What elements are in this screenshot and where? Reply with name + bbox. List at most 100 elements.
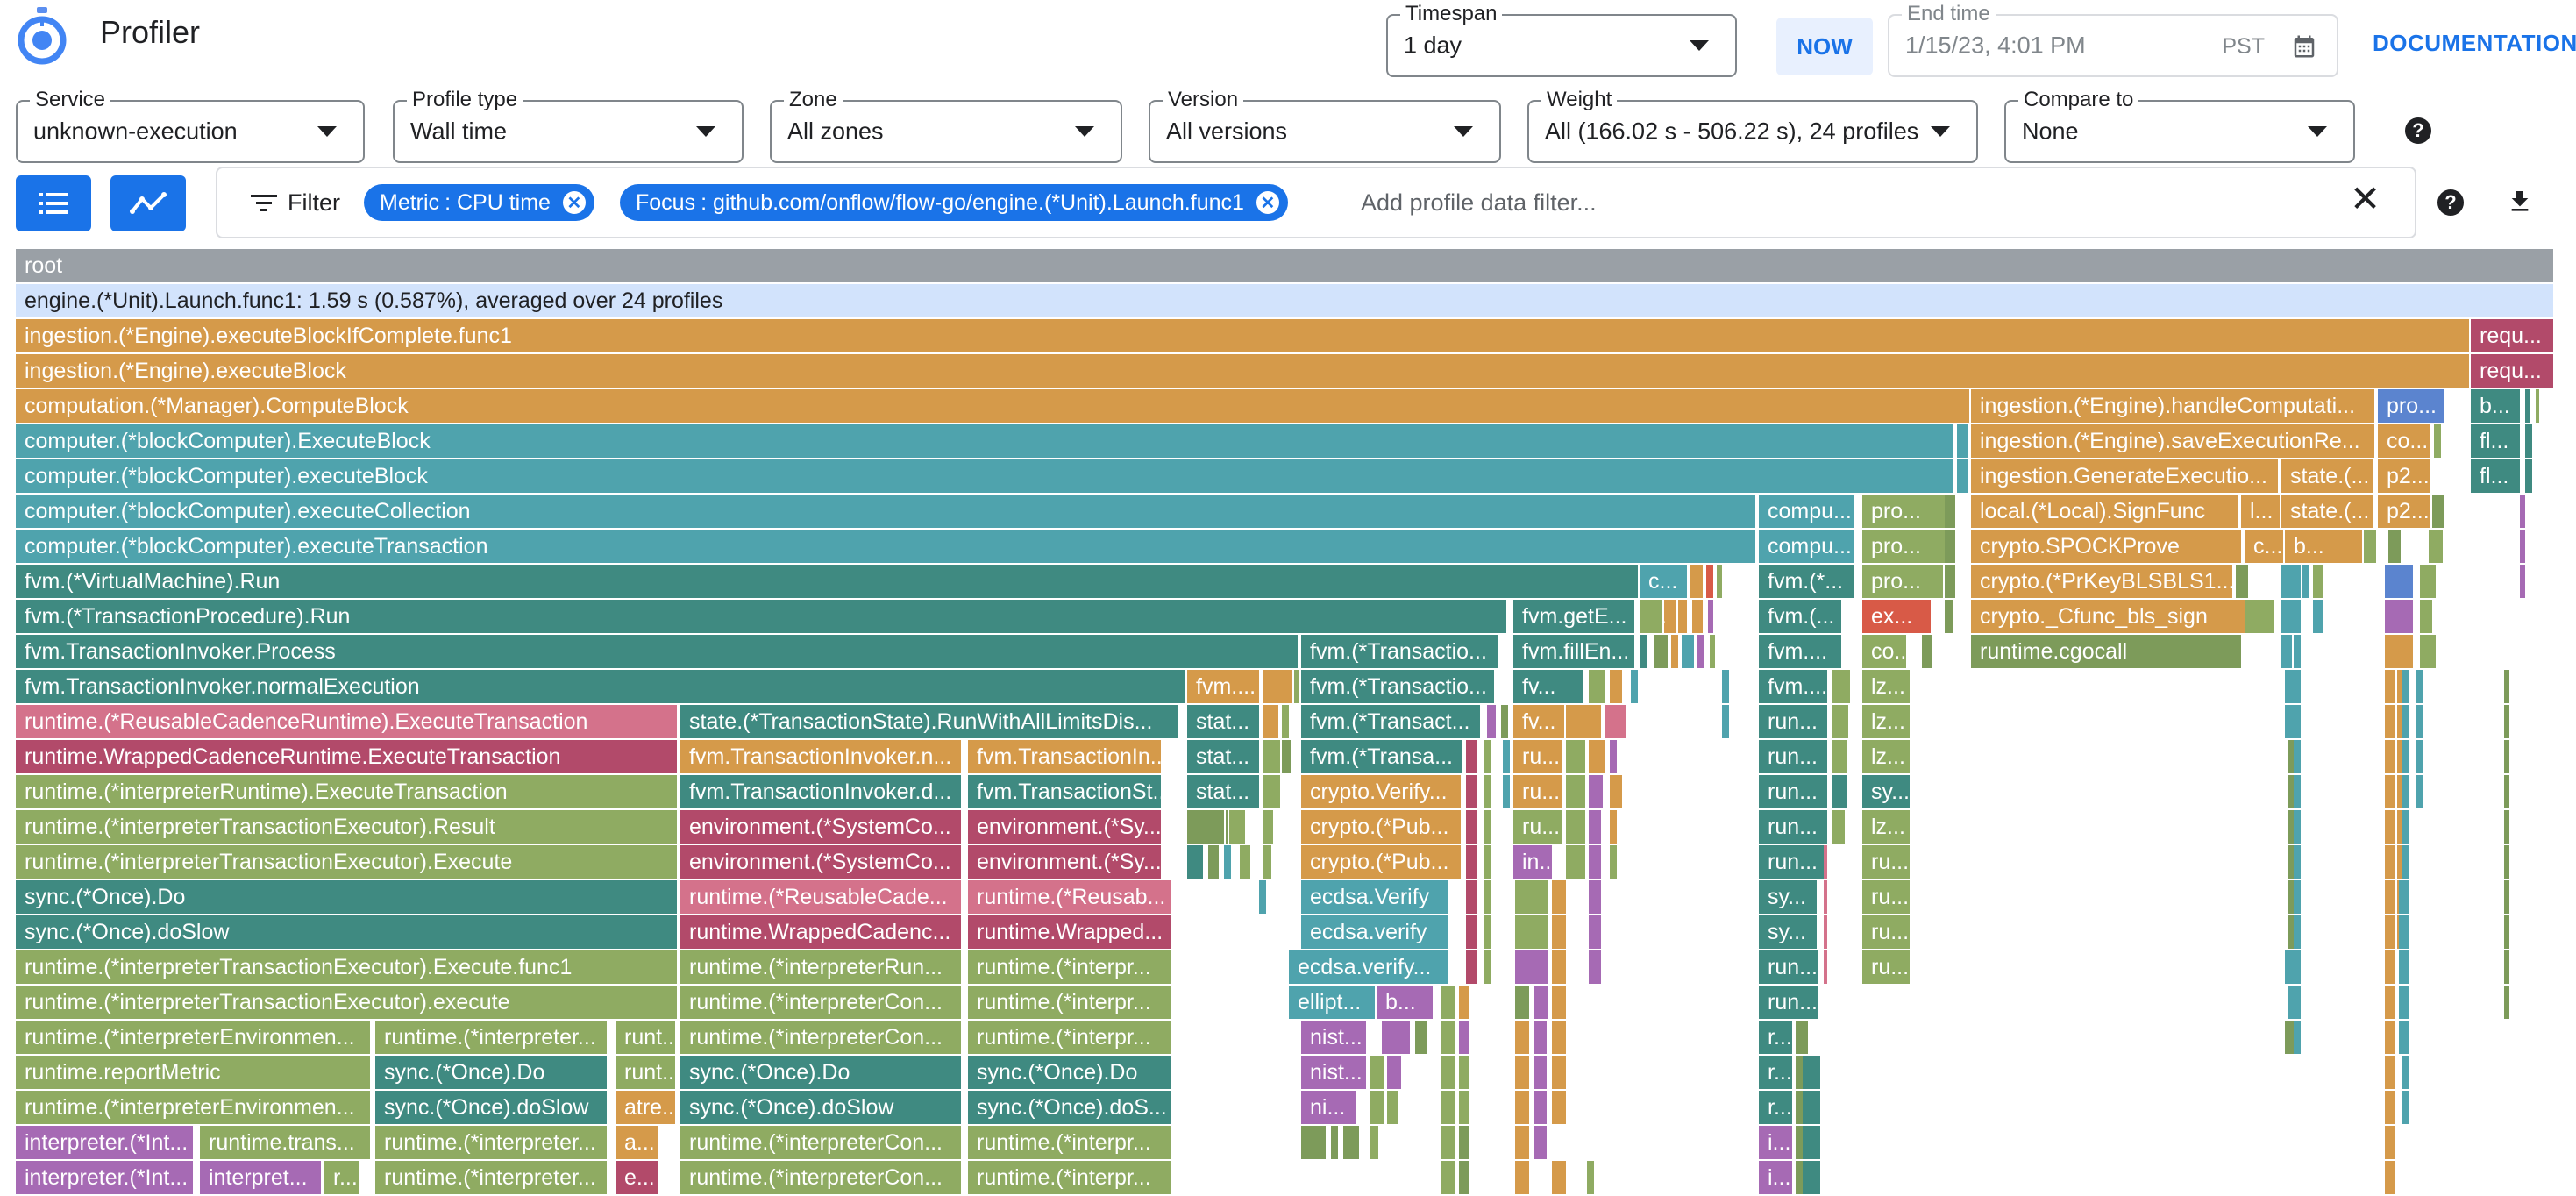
- service-select[interactable]: Service unknown-execution: [16, 88, 365, 163]
- flame-frame-sliver[interactable]: [1824, 915, 1829, 949]
- flame-frame[interactable]: environment.(*Sy...: [968, 845, 1163, 879]
- flame-frame[interactable]: r...: [1759, 1056, 1794, 1089]
- flame-frame[interactable]: nist...: [1301, 1021, 1368, 1054]
- flame-frame-sliver[interactable]: [1382, 1021, 1412, 1054]
- flame-frame-sliver[interactable]: [1552, 950, 1568, 984]
- flame-frame-sliver[interactable]: [2245, 600, 2276, 633]
- flame-frame-sliver[interactable]: [2429, 530, 2444, 563]
- flame-frame-sliver[interactable]: [2416, 740, 2425, 773]
- flame-frame[interactable]: fvm.fillEn...: [1513, 635, 1636, 668]
- flame-frame-sliver[interactable]: [2504, 845, 2511, 879]
- flame-frame-sliver[interactable]: [1697, 635, 1706, 668]
- flame-frame-sliver[interactable]: [2387, 986, 2397, 1019]
- flame-frame-sliver[interactable]: [1441, 1126, 1457, 1159]
- help-icon[interactable]: ?: [2405, 117, 2431, 144]
- flame-frame[interactable]: runtime.(*interpr...: [968, 1126, 1173, 1159]
- flame-frame[interactable]: ecdsa.verify...: [1289, 950, 1450, 984]
- flame-frame-sliver[interactable]: [1459, 1126, 1471, 1159]
- flame-frame-sliver[interactable]: [1515, 915, 1550, 949]
- flame-frame-sliver[interactable]: [2402, 705, 2411, 738]
- flame-frame[interactable]: runtime.(*interpreter...: [375, 1161, 608, 1194]
- flame-frame-sliver[interactable]: [1263, 705, 1280, 738]
- flame-frame-sliver[interactable]: [1945, 565, 1957, 598]
- flame-frame[interactable]: lz...: [1862, 705, 1911, 738]
- flame-frame[interactable]: lz...: [1862, 740, 1911, 773]
- flame-frame-sliver[interactable]: [1589, 880, 1603, 914]
- flame-frame-sliver[interactable]: [1331, 1126, 1340, 1159]
- remove-chip-icon[interactable]: ✕: [1256, 191, 1279, 214]
- now-button[interactable]: NOW: [1776, 18, 1873, 75]
- flame-frame[interactable]: c...: [2245, 530, 2285, 563]
- flame-frame-sliver[interactable]: [2402, 1056, 2411, 1089]
- flame-frame-sliver[interactable]: [2504, 915, 2511, 949]
- flame-frame-sliver[interactable]: [1515, 1126, 1531, 1159]
- flame-frame-sliver[interactable]: [2504, 880, 2511, 914]
- flame-frame-sliver[interactable]: [2294, 775, 2302, 808]
- flame-frame-sliver[interactable]: [2416, 705, 2425, 738]
- flame-frame[interactable]: in...: [1513, 845, 1554, 879]
- flame-frame-sliver[interactable]: [1466, 880, 1478, 914]
- flame-frame[interactable]: fvm.TransactionIn...: [968, 740, 1163, 773]
- flame-frame-sliver[interactable]: [1957, 424, 1969, 458]
- flame-frame-sliver[interactable]: [1187, 810, 1226, 844]
- flame-frame-sliver[interactable]: [2387, 1126, 2397, 1159]
- flame-frame[interactable]: stat...: [1187, 740, 1261, 773]
- flame-frame-sliver[interactable]: [1722, 670, 1731, 703]
- flame-frame-sliver[interactable]: [1459, 1056, 1471, 1089]
- flame-frame[interactable]: l...: [2241, 495, 2281, 528]
- zone-select[interactable]: Zone All zones: [770, 88, 1122, 163]
- list-view-button[interactable]: [16, 175, 91, 231]
- flame-frame[interactable]: pro...: [1862, 565, 1945, 598]
- flame-frame-sliver[interactable]: [2294, 880, 2302, 914]
- flame-frame[interactable]: runtime.(*interpreter...: [375, 1126, 608, 1159]
- flame-frame-sliver[interactable]: [1610, 775, 1624, 808]
- flame-frame-sliver[interactable]: [1690, 565, 1704, 598]
- flame-frame-sliver[interactable]: [2294, 635, 2302, 668]
- flame-frame-sliver[interactable]: [1682, 635, 1696, 668]
- flame-frame[interactable]: runtime.cgocall: [1971, 635, 2243, 668]
- flame-frame-sliver[interactable]: [1466, 950, 1478, 984]
- flame-frame-sliver[interactable]: [1587, 1161, 1596, 1194]
- flame-frame-sliver[interactable]: [2520, 565, 2527, 598]
- flame-frame[interactable]: environment.(*Sy...: [968, 810, 1163, 844]
- flame-frame[interactable]: computation.(*Manager).ComputeBlock: [16, 389, 1971, 423]
- flame-frame-sliver[interactable]: [1387, 1091, 1399, 1124]
- help-icon[interactable]: ?: [2437, 189, 2464, 216]
- flame-frame-sliver[interactable]: [1610, 670, 1624, 703]
- flame-frame-sliver[interactable]: [2402, 880, 2411, 914]
- flame-frame-sliver[interactable]: [2385, 1161, 2397, 1194]
- flame-frame[interactable]: runtime.(*interpreterTransactionExecutor…: [16, 986, 679, 1019]
- clear-filter-icon[interactable]: ✕: [2350, 181, 2380, 217]
- flame-frame-sliver[interactable]: [2420, 600, 2434, 633]
- flame-frame[interactable]: runtime.(*ReusableCadenceRuntime).Execut…: [16, 705, 679, 738]
- flame-frame-sliver[interactable]: [2434, 424, 2443, 458]
- flame-frame-sliver[interactable]: [1534, 986, 1550, 1019]
- flame-frame-sliver[interactable]: [2402, 670, 2411, 703]
- flame-frame-sliver[interactable]: [1589, 915, 1603, 949]
- flame-frame[interactable]: runtime.(*interpreterTransactionExecutor…: [16, 810, 679, 844]
- flame-frame[interactable]: computer.(*blockComputer).executeTransac…: [16, 530, 1757, 563]
- flame-frame-sliver[interactable]: [2294, 950, 2302, 984]
- flame-frame[interactable]: fvm.(*Transactio...: [1301, 670, 1496, 703]
- flame-frame[interactable]: fvm....: [1759, 635, 1843, 668]
- flame-frame-sliver[interactable]: [1466, 915, 1478, 949]
- flame-frame[interactable]: runtime.(*ReusableCade...: [680, 880, 963, 914]
- flame-frame[interactable]: nist...: [1301, 1056, 1368, 1089]
- flame-frame-sliver[interactable]: [2387, 1091, 2397, 1124]
- flame-frame-sliver[interactable]: [1441, 986, 1457, 1019]
- flame-frame-sliver[interactable]: [1282, 705, 1291, 738]
- flame-frame-sliver[interactable]: [1832, 670, 1852, 703]
- timespan-select[interactable]: Timespan 1 day: [1386, 2, 1737, 77]
- weight-select[interactable]: Weight All (166.02 s - 506.22 s), 24 pro…: [1527, 88, 1978, 163]
- flame-frame-sliver[interactable]: [1466, 775, 1478, 808]
- flame-frame[interactable]: runtime.(*interpreterEnvironmen...: [16, 1091, 372, 1124]
- flame-frame[interactable]: fvm.(*Transact...: [1301, 705, 1482, 738]
- flame-frame[interactable]: runtime.(*interpreterCon...: [680, 1161, 963, 1194]
- filter-input[interactable]: Add profile data filter...: [1361, 189, 1597, 217]
- flame-frame-sliver[interactable]: [2385, 635, 2415, 668]
- flame-frame-sliver[interactable]: [1224, 845, 1233, 879]
- flame-frame-sliver[interactable]: [1832, 810, 1847, 844]
- flame-frame-sliver[interactable]: [2387, 845, 2397, 879]
- compare-to-select[interactable]: Compare to None: [2004, 88, 2355, 163]
- flame-frame[interactable]: a...: [616, 1126, 659, 1159]
